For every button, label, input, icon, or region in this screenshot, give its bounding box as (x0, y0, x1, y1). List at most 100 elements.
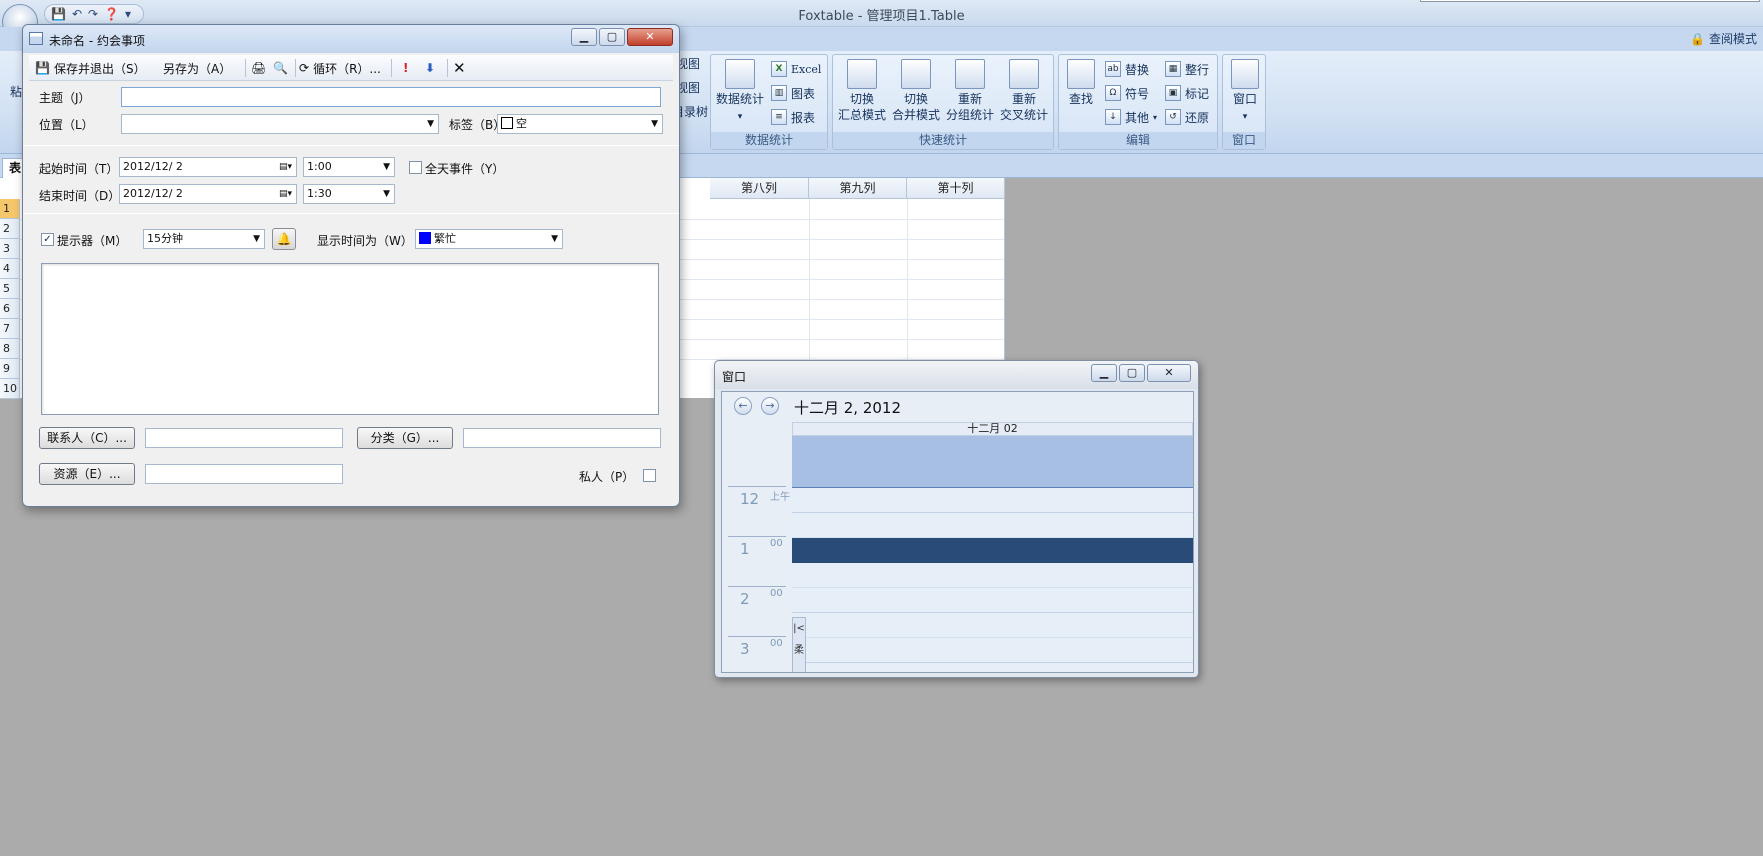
location-combo[interactable]: ▼ (121, 114, 439, 134)
report-button[interactable]: ≡ 报表 (771, 107, 815, 127)
row-icon: ▦ (1165, 61, 1181, 77)
reminder-combo[interactable]: 15分钟 ▼ (143, 229, 265, 249)
subject-input[interactable] (121, 87, 661, 107)
chevron-down-icon: ▾ (1153, 112, 1158, 122)
row-header[interactable]: 7 (0, 319, 20, 339)
save-and-exit-button[interactable]: 💾 保存并退出（S） (35, 59, 146, 77)
show-as-combo[interactable]: 繁忙 ▼ (415, 229, 563, 249)
other-button[interactable]: ↓ 其他 ▾ (1105, 107, 1157, 127)
notes-textarea[interactable] (41, 263, 659, 415)
calendar-dropdown-icon[interactable]: ▤▾ (279, 158, 292, 176)
contacts-button[interactable]: 联系人（C）... (39, 427, 135, 449)
ribbon-group-data-stats: 数据统计 ▾ X Excel ▥ 图表 ≡ 报表 数据统计 (710, 54, 828, 150)
dropdown-arrow-icon[interactable]: ▼ (383, 185, 390, 203)
print-button[interactable]: 🖨 (251, 59, 266, 77)
app-search-field[interactable] (1420, 0, 1760, 2)
day-column-header[interactable]: 十二月 02 (792, 422, 1193, 436)
collapse-panel-tab[interactable]: |< 柔 (792, 617, 806, 672)
row-header[interactable]: 5 (0, 279, 20, 299)
find-button[interactable]: 查找 (1063, 59, 1099, 107)
tag-combo[interactable]: 空 ▼ (497, 114, 663, 134)
mark-button[interactable]: ▣ 标记 (1165, 83, 1209, 103)
document-tab[interactable]: 表 (2, 158, 24, 178)
row-header[interactable]: 1 (0, 199, 20, 219)
row-header[interactable]: 4 (0, 259, 20, 279)
low-importance-button[interactable]: ⬇ (425, 59, 435, 77)
row-header[interactable]: 9 (0, 359, 20, 379)
chevron-down-icon: ▾ (737, 112, 743, 122)
resources-button[interactable]: 资源（E）... (39, 463, 135, 485)
switch-summary-mode-button[interactable]: 切换 汇总模式 (835, 59, 889, 123)
print-preview-button[interactable]: 🔍 (273, 59, 288, 77)
dropdown-arrow-icon[interactable]: ▼ (253, 230, 260, 248)
save-icon[interactable]: 💾 (51, 8, 66, 20)
reminder-sound-button[interactable]: 🔔 (272, 228, 296, 250)
symbol-button[interactable]: Ω 符号 (1105, 83, 1149, 103)
time-slot[interactable] (792, 663, 1193, 672)
time-slot[interactable] (792, 613, 1193, 638)
row-header[interactable]: 3 (0, 239, 20, 259)
maximize-button[interactable]: ▢ (599, 28, 625, 46)
switch-merge-mode-button[interactable]: 切换 合并模式 (889, 59, 943, 123)
all-day-area[interactable] (792, 436, 1193, 488)
window-button[interactable]: 窗口 ▾ (1227, 59, 1263, 125)
app-titlebar: Foxtable - 管理项目1.Table (0, 0, 1763, 27)
column-header[interactable]: 第十列 (907, 178, 1005, 199)
qat-dropdown-icon[interactable]: ▾ (125, 8, 131, 20)
dropdown-arrow-icon[interactable]: ▼ (427, 115, 434, 133)
end-time-combo[interactable]: 1:30 ▼ (303, 184, 395, 204)
row-header[interactable]: 8 (0, 339, 20, 359)
recross-stats-button[interactable]: 重新 交叉统计 (997, 59, 1051, 123)
excel-button[interactable]: X Excel (771, 59, 821, 79)
regroup-stats-button[interactable]: 重新 分组统计 (943, 59, 997, 123)
category-button[interactable]: 分类（G）... (357, 427, 453, 449)
prev-day-button[interactable]: ← (734, 397, 752, 415)
resources-field[interactable] (145, 464, 343, 484)
time-slot[interactable] (792, 488, 1193, 513)
whole-row-button[interactable]: ▦ 整行 (1165, 59, 1209, 79)
column-header[interactable]: 第八列 (710, 178, 809, 199)
review-mode-toggle[interactable]: 🔒 查阅模式 (1690, 30, 1757, 47)
close-button[interactable]: ✕ (627, 28, 673, 46)
row-header[interactable]: 6 (0, 299, 20, 319)
start-date-picker[interactable]: 2012/12/ 2 ▤▾ (119, 157, 297, 177)
private-checkbox[interactable] (643, 469, 656, 482)
all-day-checkbox[interactable] (409, 161, 422, 174)
calendar-dropdown-icon[interactable]: ▤▾ (279, 185, 292, 203)
save-as-button[interactable]: 另存为（A） (163, 59, 231, 77)
undo-icon[interactable]: ↶ (72, 8, 82, 20)
reminder-checkbox[interactable]: ✓ (41, 233, 54, 246)
chart-button[interactable]: ▥ 图表 (771, 83, 815, 103)
category-field[interactable] (463, 428, 661, 448)
dropdown-arrow-icon[interactable]: ▼ (651, 115, 658, 133)
redo-icon[interactable]: ↷ (88, 8, 98, 20)
lock-icon: 🔒 (1690, 32, 1706, 46)
dropdown-arrow-icon[interactable]: ▼ (383, 158, 390, 176)
minimize-button[interactable]: ▁ (1091, 364, 1117, 382)
high-importance-button[interactable]: ! (403, 59, 408, 77)
maximize-button[interactable]: ▢ (1119, 364, 1145, 382)
contacts-field[interactable] (145, 428, 343, 448)
chevron-down-icon: ▾ (1242, 112, 1248, 122)
time-slot[interactable] (792, 638, 1193, 663)
recurrence-button[interactable]: ⟳ 循环（R）... (299, 59, 381, 77)
dropdown-arrow-icon[interactable]: ▼ (551, 230, 558, 248)
time-slot[interactable] (792, 563, 1193, 588)
close-button[interactable]: ✕ (1147, 364, 1191, 382)
delete-button[interactable]: ✕ (453, 59, 466, 77)
ribbon-clipped-paste[interactable]: 粘 (10, 81, 22, 101)
replace-button[interactable]: ab 替换 (1105, 59, 1149, 79)
help-icon[interactable]: ❓ (104, 8, 119, 20)
minimize-button[interactable]: ▁ (571, 28, 597, 46)
appointment-block[interactable] (792, 538, 1193, 563)
row-header[interactable]: 10 (0, 379, 20, 399)
time-slot[interactable] (792, 513, 1193, 538)
next-day-button[interactable]: → (761, 397, 779, 415)
time-slot[interactable] (792, 588, 1193, 613)
data-stats-button[interactable]: 数据统计 ▾ (715, 59, 765, 125)
row-header[interactable]: 2 (0, 219, 20, 239)
restore-button[interactable]: ↺ 还原 (1165, 107, 1209, 127)
column-header[interactable]: 第九列 (809, 178, 907, 199)
start-time-combo[interactable]: 1:00 ▼ (303, 157, 395, 177)
end-date-picker[interactable]: 2012/12/ 2 ▤▾ (119, 184, 297, 204)
